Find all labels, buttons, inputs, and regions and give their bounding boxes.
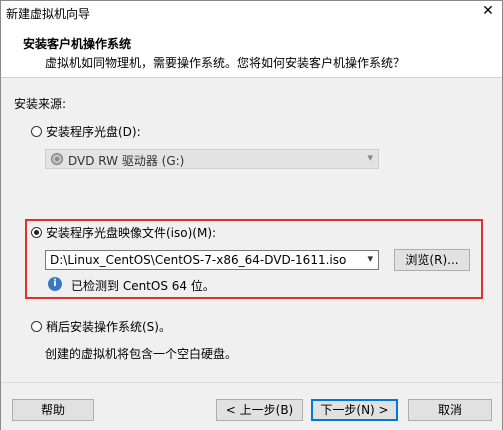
radio-install-later[interactable] <box>31 321 42 332</box>
radio-install-later-label[interactable]: 稍后安装操作系统(S)。 <box>46 318 171 335</box>
title-bar: 新建虚拟机向导 ✕ <box>1 1 502 23</box>
radio-iso-image-label[interactable]: 安装程序光盘映像文件(iso)(M): <box>46 224 216 241</box>
radio-iso-image[interactable] <box>31 227 42 238</box>
browse-button[interactable]: 浏览(R)... <box>394 249 470 271</box>
iso-path-value: D:\Linux_CentOS\CentOS-7-x86_64-DVD-1611… <box>50 253 347 267</box>
help-button[interactable]: 帮助 <box>12 399 94 421</box>
window-title: 新建虚拟机向导 <box>6 7 91 21</box>
os-detected-text: 已检测到 CentOS 64 位。 <box>71 279 215 293</box>
chevron-down-icon[interactable]: ▾ <box>367 252 373 265</box>
chevron-down-icon: ▾ <box>367 151 373 164</box>
page-title: 安装客户机操作系统 <box>23 37 132 51</box>
back-button[interactable]: < 上一步(B) <box>216 399 303 421</box>
install-later-description: 创建的虚拟机将包含一个空白硬盘。 <box>45 347 238 361</box>
new-vm-wizard-window: 新建虚拟机向导 ✕ 安装客户机操作系统 虚拟机如同物理机，需要操作系统。您将如何… <box>0 0 503 430</box>
iso-path-input[interactable]: D:\Linux_CentOS\CentOS-7-x86_64-DVD-1611… <box>45 250 379 270</box>
wizard-footer: 帮助 < 上一步(B) 下一步(N) > 取消 <box>1 382 502 430</box>
cancel-button[interactable]: 取消 <box>408 399 492 421</box>
disc-drive-value: DVD RW 驱动器 (G:) <box>68 154 185 168</box>
wizard-header: 安装客户机操作系统 虚拟机如同物理机，需要操作系统。您将如何安装客户机操作系统？ <box>1 23 502 78</box>
radio-installer-disc[interactable] <box>31 126 42 137</box>
wizard-content: 安装来源: 安装程序光盘(D): DVD RW 驱动器 (G:) ▾ 安装程序光… <box>1 78 502 382</box>
next-button[interactable]: 下一步(N) > <box>311 399 398 421</box>
disc-drive-select[interactable]: DVD RW 驱动器 (G:) ▾ <box>45 149 379 169</box>
info-icon: i <box>48 277 62 291</box>
page-subtitle: 虚拟机如同物理机，需要操作系统。您将如何安装客户机操作系统？ <box>45 56 406 70</box>
close-icon[interactable]: ✕ <box>480 3 496 19</box>
radio-installer-disc-label[interactable]: 安装程序光盘(D): <box>46 123 141 140</box>
disc-drive-icon <box>51 153 63 165</box>
install-source-label: 安装来源: <box>14 97 67 111</box>
